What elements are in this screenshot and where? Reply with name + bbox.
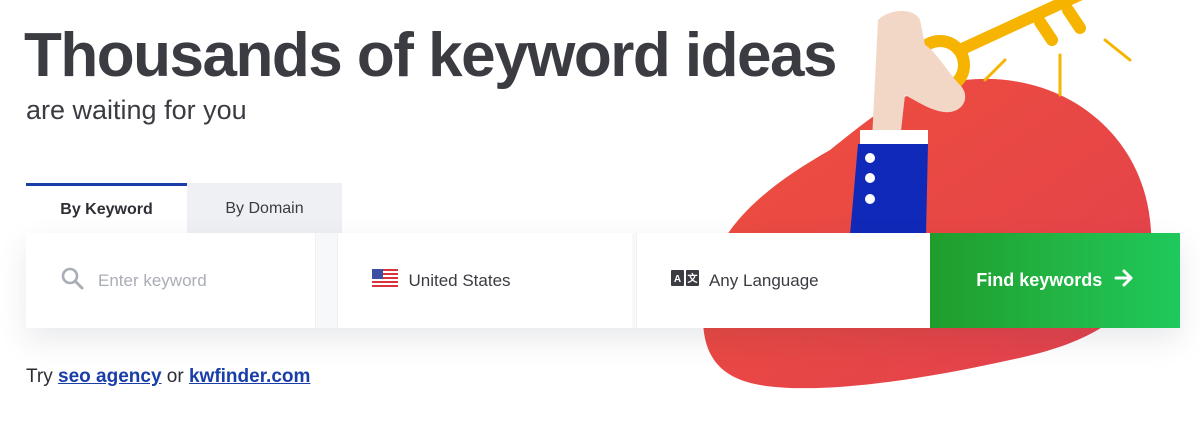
seo-agency-link[interactable]: seo agency — [58, 366, 162, 387]
location-value: United States — [408, 270, 511, 290]
language-select[interactable]: A 文 Any Language — [635, 233, 931, 328]
field-divider — [315, 233, 338, 328]
try-suggestions: Try seo agency or kwfinder.com — [26, 366, 310, 388]
sleeve-shape — [850, 144, 928, 235]
try-connector: or — [166, 366, 184, 387]
keyword-input[interactable] — [98, 270, 278, 291]
svg-text:A: A — [674, 274, 681, 285]
try-prefix: Try — [26, 366, 53, 387]
search-mode-tabs: By Keyword By Domain — [26, 183, 342, 234]
page-title: Thousands of keyword ideas — [24, 21, 837, 90]
location-select[interactable]: United States — [337, 233, 632, 328]
language-value: Any Language — [708, 270, 819, 290]
search-icon — [60, 266, 84, 295]
svg-text:文: 文 — [687, 272, 698, 285]
us-flag-icon — [372, 269, 399, 292]
tab-by-keyword[interactable]: By Keyword — [26, 183, 187, 234]
translate-icon: A 文 — [670, 270, 699, 291]
shirt-cuff — [860, 130, 928, 144]
keyword-field[interactable] — [26, 233, 316, 328]
arrow-right-icon — [1114, 269, 1134, 292]
find-keywords-label: Find keywords — [976, 270, 1103, 290]
find-keywords-button[interactable]: Find keywords — [930, 233, 1180, 328]
tab-by-domain[interactable]: By Domain — [187, 183, 342, 234]
kwfinder-link[interactable]: kwfinder.com — [189, 366, 310, 387]
keyword-search-bar: United States A 文 Any Language Find keyw… — [26, 233, 1180, 328]
page-subtitle: are waiting for you — [26, 95, 247, 125]
